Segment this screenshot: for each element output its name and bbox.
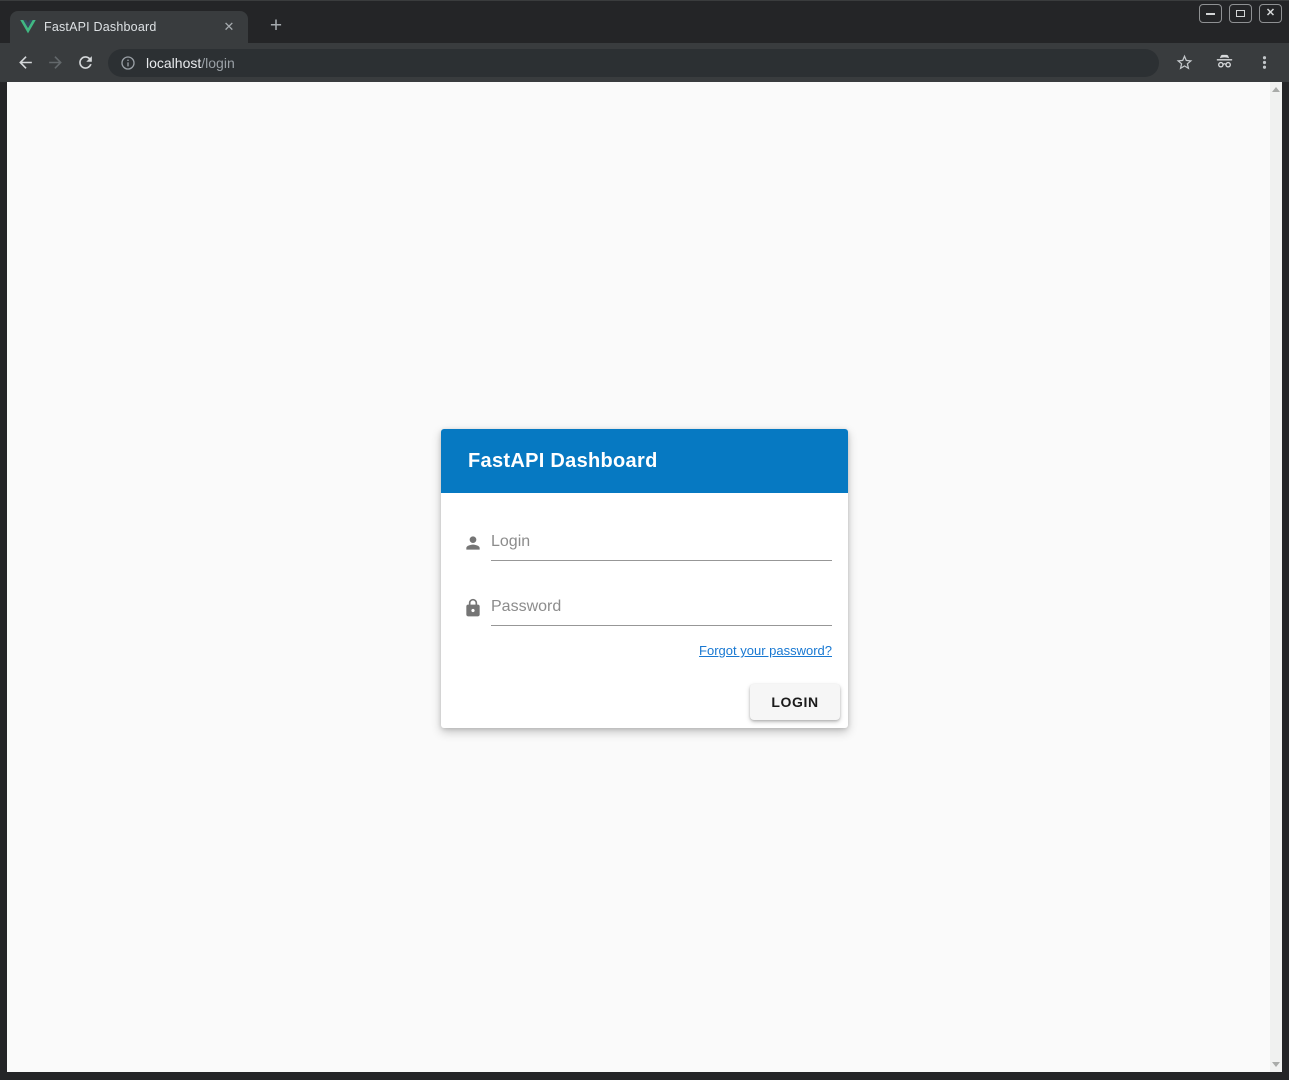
- forgot-password-link[interactable]: Forgot your password?: [699, 643, 832, 658]
- arrow-back-icon: [16, 53, 35, 72]
- incognito-indicator: [1209, 48, 1239, 78]
- password-field-row: [463, 590, 832, 626]
- back-button[interactable]: [10, 48, 40, 78]
- reload-button[interactable]: [70, 48, 100, 78]
- page-viewport: FastAPI Dashboard Forgot your password? …: [7, 82, 1282, 1072]
- tab-strip: FastAPI Dashboard ✕ + ✕: [0, 1, 1289, 43]
- url-text: localhost/login: [146, 55, 235, 71]
- vue-logo-icon: [20, 19, 36, 35]
- person-icon: [463, 533, 483, 553]
- tab-close-icon[interactable]: ✕: [220, 18, 238, 36]
- lock-icon: [463, 598, 483, 618]
- window-controls: ✕: [1199, 4, 1282, 23]
- forward-button[interactable]: [40, 48, 70, 78]
- bookmark-button[interactable]: [1169, 48, 1199, 78]
- url-host: localhost: [146, 55, 201, 71]
- forgot-password-row: Forgot your password?: [463, 642, 832, 660]
- page-scrollbar[interactable]: [1270, 82, 1282, 1072]
- login-card: FastAPI Dashboard Forgot your password? …: [441, 429, 848, 728]
- login-card-body: Forgot your password? LOGIN: [441, 493, 848, 728]
- login-card-header: FastAPI Dashboard: [441, 429, 848, 493]
- star-outline-icon: [1175, 53, 1194, 72]
- new-tab-button[interactable]: +: [262, 13, 290, 41]
- minimize-icon: [1206, 13, 1215, 15]
- browser-menu-button[interactable]: [1249, 48, 1279, 78]
- toolbar-right: [1167, 48, 1279, 78]
- scroll-down-icon[interactable]: [1272, 1062, 1280, 1067]
- login-button[interactable]: LOGIN: [750, 684, 840, 720]
- arrow-forward-icon: [46, 53, 65, 72]
- close-window-button[interactable]: ✕: [1259, 4, 1282, 23]
- url-path: /login: [201, 55, 234, 71]
- maximize-icon: [1236, 10, 1245, 17]
- minimize-button[interactable]: [1199, 4, 1222, 23]
- address-bar[interactable]: localhost/login: [108, 49, 1159, 77]
- close-icon: ✕: [1266, 8, 1275, 19]
- login-card-title: FastAPI Dashboard: [468, 450, 658, 473]
- tab-title: FastAPI Dashboard: [44, 20, 212, 34]
- card-actions: LOGIN: [463, 684, 832, 720]
- password-input[interactable]: [491, 590, 832, 626]
- login-field-row: [463, 525, 832, 561]
- browser-window: FastAPI Dashboard ✕ + ✕ localhost/login: [0, 0, 1289, 1080]
- maximize-button[interactable]: [1229, 4, 1252, 23]
- browser-toolbar: localhost/login: [0, 43, 1289, 82]
- tab-fastapi-dashboard[interactable]: FastAPI Dashboard ✕: [10, 11, 248, 43]
- scroll-up-icon[interactable]: [1272, 87, 1280, 92]
- refresh-icon: [76, 53, 95, 72]
- page-info-icon[interactable]: [120, 55, 136, 71]
- incognito-icon: [1215, 53, 1234, 72]
- three-dot-menu-icon: [1255, 53, 1274, 72]
- login-input[interactable]: [491, 525, 832, 561]
